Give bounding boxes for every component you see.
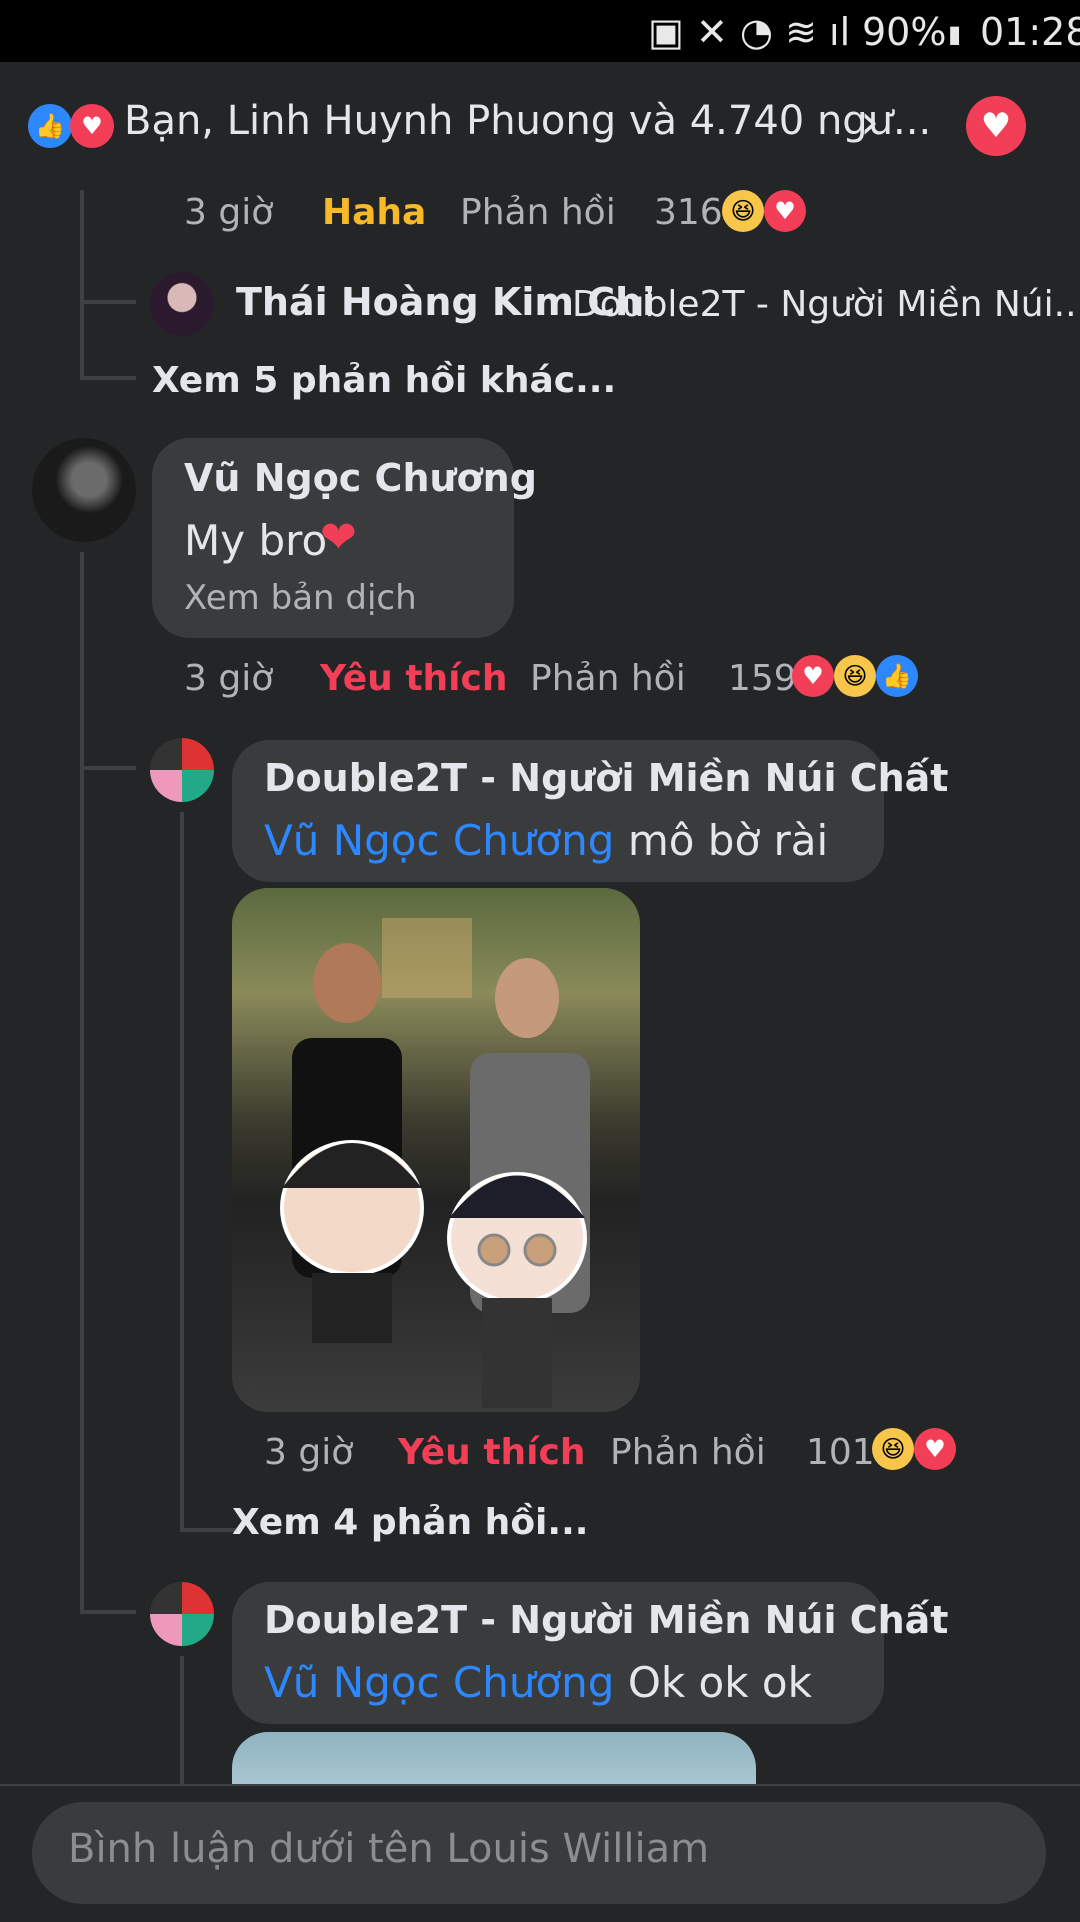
- thread-branch: [80, 1610, 136, 1614]
- reply-button[interactable]: Phản hồi: [610, 1432, 766, 1473]
- avatar[interactable]: [150, 1582, 214, 1646]
- comment-bubble[interactable]: Vũ Ngọc Chương My bro ❤ Xem bản dịch: [152, 438, 537, 638]
- thread-branch: [80, 376, 136, 380]
- thread-branch: [180, 1528, 236, 1532]
- comment-author[interactable]: Double2T - Người Miền Núi Chất: [264, 756, 948, 800]
- reactions-summary-bar[interactable]: 👍 ♥ Bạn, Linh Huynh Phuong và 4.740 ngư.…: [0, 62, 1080, 188]
- love-icon: ♥: [764, 190, 806, 232]
- status-icons: ▣ ✕ ◔ ≋ ıl: [648, 10, 851, 54]
- reaction-count[interactable]: 316: [654, 192, 723, 233]
- mention-link[interactable]: Vũ Ngọc Chương: [264, 816, 614, 865]
- avatar[interactable]: [32, 438, 136, 542]
- comment-photo[interactable]: [232, 1732, 756, 1784]
- photo-illustration: [280, 918, 590, 1408]
- chevron-right-icon[interactable]: ›: [860, 94, 879, 150]
- haha-reaction-button[interactable]: Haha: [322, 192, 426, 233]
- comment-author[interactable]: Vũ Ngọc Chương: [184, 456, 537, 500]
- heart-emoji-icon: ❤: [320, 512, 357, 563]
- thread-branch: [80, 300, 136, 304]
- thread-line: [180, 812, 184, 1532]
- comment-time: 3 giờ: [264, 1432, 354, 1473]
- battery-icon: ▮: [948, 20, 962, 48]
- status-bar: ▣ ✕ ◔ ≋ ıl 90% ▮ 01:28: [0, 0, 1080, 62]
- love-icon: ♥: [70, 104, 114, 148]
- clock: 01:28: [980, 10, 1080, 54]
- love-reaction-button[interactable]: Yêu thích: [320, 658, 508, 699]
- avatar[interactable]: [150, 738, 214, 802]
- reactions-summary-text: Bạn, Linh Huynh Phuong và 4.740 ngư...: [124, 98, 932, 144]
- love-icon: ♥: [914, 1428, 956, 1470]
- comment-bubble[interactable]: Double2T - Người Miền Núi Chất Vũ Ngọc C…: [232, 740, 948, 882]
- comment-text: Vũ Ngọc Chương mô bờ rài: [264, 816, 829, 865]
- reaction-count[interactable]: 101: [806, 1432, 875, 1473]
- thread-line: [80, 190, 84, 380]
- haha-icon: 😆: [872, 1428, 914, 1470]
- thread-line: [180, 1656, 184, 1784]
- like-icon: 👍: [28, 104, 72, 148]
- thread-line: [80, 552, 84, 1612]
- see-translation-link[interactable]: Xem bản dịch: [184, 578, 417, 618]
- reply-button[interactable]: Phản hồi: [460, 192, 616, 233]
- comment-text: My bro: [184, 516, 328, 565]
- comment-author[interactable]: Double2T - Người Miền Núi Chất: [264, 1598, 948, 1642]
- comment-input-placeholder: Bình luận dưới tên Louis William: [68, 1826, 710, 1872]
- haha-icon: 😆: [834, 655, 876, 697]
- like-icon: 👍: [876, 655, 918, 697]
- love-icon: ♥: [792, 655, 834, 697]
- view-more-replies-link[interactable]: Xem 5 phản hồi khác...: [152, 360, 616, 401]
- view-more-replies-link[interactable]: Xem 4 phản hồi...: [232, 1502, 588, 1543]
- mention-link[interactable]: Vũ Ngọc Chương: [264, 1658, 614, 1707]
- reply-preview-text: Double2T - Người Miền Núi...: [572, 284, 1080, 325]
- comment-input[interactable]: Bình luận dưới tên Louis William: [32, 1802, 1046, 1904]
- avatar[interactable]: [150, 272, 214, 336]
- comment-time: 3 giờ: [184, 192, 274, 233]
- reply-button[interactable]: Phản hồi: [530, 658, 686, 699]
- reaction-count[interactable]: 159: [728, 658, 797, 699]
- love-reaction-button[interactable]: Yêu thích: [398, 1432, 586, 1473]
- comment-time: 3 giờ: [184, 658, 274, 699]
- battery-percent: 90%: [862, 10, 947, 54]
- comment-photo[interactable]: [232, 888, 640, 1412]
- heart-icon[interactable]: ♥: [966, 96, 1026, 156]
- thread-branch: [80, 766, 136, 770]
- haha-icon: 😆: [722, 190, 764, 232]
- comment-text: Vũ Ngọc Chương Ok ok ok: [264, 1658, 812, 1707]
- comment-bubble[interactable]: Double2T - Người Miền Núi Chất Vũ Ngọc C…: [232, 1582, 948, 1724]
